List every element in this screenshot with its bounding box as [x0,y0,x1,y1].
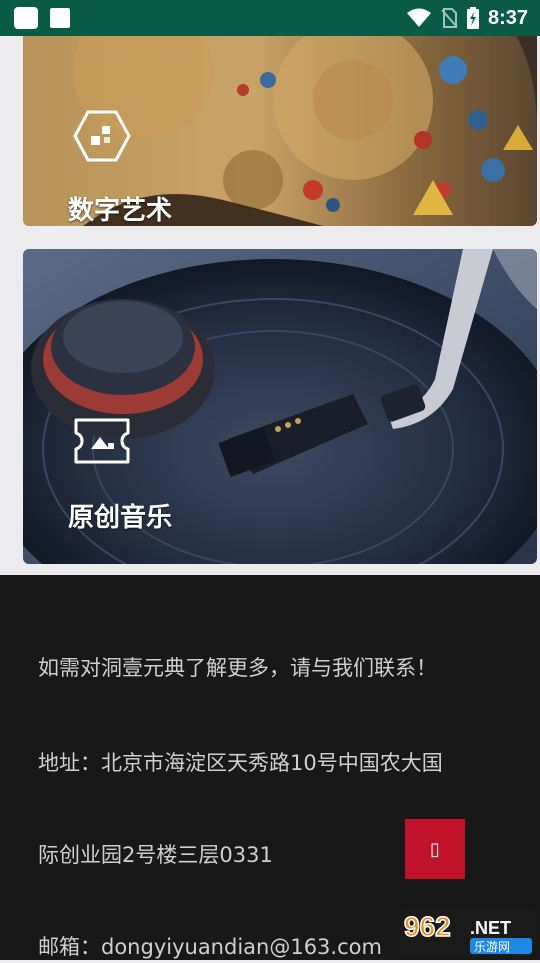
contact-footer: 如需对洞壹元典了解更多，请与我们联系！ 地址：北京市海淀区天秀路10号中国农大国… [0,575,540,960]
battery-charging-icon [466,7,479,29]
clock: 8:37 [487,6,528,29]
card-title: 原创音乐 [68,503,173,533]
watermark-graphic: 962 .NET 乐游网 [400,910,536,956]
wifi-icon [406,8,431,27]
watermark-962-logo: 962 .NET 乐游网 [400,908,536,958]
notification-square-icon [14,7,38,29]
card-digital-art[interactable]: 数字艺术 [23,30,537,226]
hexagon-icon [73,110,131,162]
card-original-music[interactable]: 原创音乐 [23,249,537,564]
svg-text:962: 962 [404,911,451,942]
svg-text:乐游网: 乐游网 [474,940,510,954]
contact-intro: 如需对洞壹元典了解更多，请与我们联系！ [38,656,437,680]
ticket-image-icon [74,418,130,464]
address-line-1: 地址：北京市海淀区天秀路10号中国农大国 [38,751,443,775]
svg-text:.NET: .NET [470,918,511,938]
floating-action-button[interactable]: ▯ [405,819,465,879]
status-bar: 8:37 [0,0,540,36]
notification-square-icon [50,8,70,28]
email-line[interactable]: 邮箱：dongyiyuandian@163.com [38,931,382,961]
no-sim-icon [441,8,458,28]
card-title: 数字艺术 [68,196,173,226]
address-line-2: 际创业园2号楼三层0331 [38,843,273,867]
missing-glyph-icon: ▯ [430,838,440,860]
